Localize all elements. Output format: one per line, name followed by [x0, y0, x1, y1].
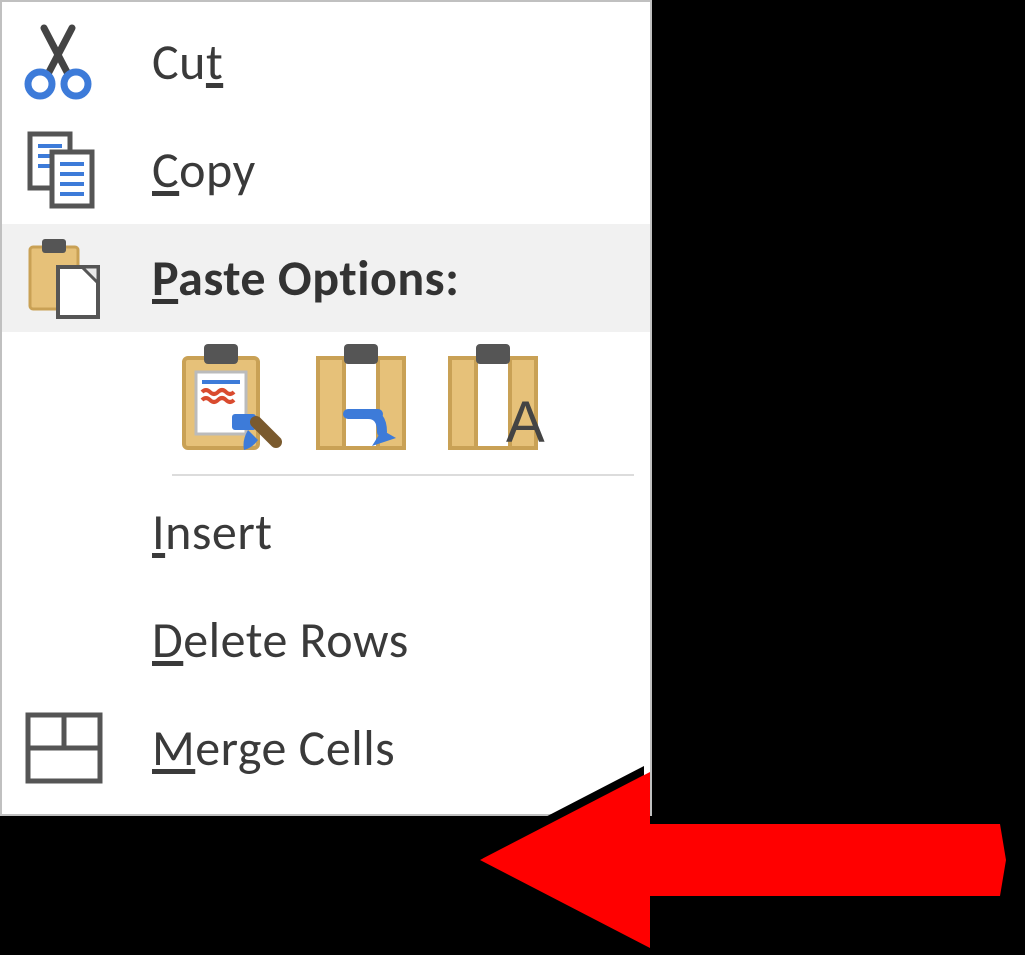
paste-merge-formatting-icon[interactable] — [304, 338, 414, 458]
menu-item-insert-label: Insert — [152, 502, 273, 563]
menu-item-insert[interactable]: Insert — [2, 478, 650, 586]
menu-separator — [172, 474, 634, 476]
menu-item-paste-options[interactable]: Paste Options: — [2, 224, 650, 332]
paste-text-only-icon[interactable]: A — [436, 338, 546, 458]
menu-item-merge-cells[interactable]: Merge Cells — [2, 694, 650, 802]
menu-item-merge-cells-label: Merge Cells — [152, 718, 395, 779]
menu-item-paste-options-label: Paste Options: — [152, 248, 459, 309]
menu-item-delete-rows-label: Delete Rows — [152, 610, 409, 671]
copy-icon — [12, 130, 152, 210]
menu-item-copy[interactable]: Copy — [2, 116, 650, 224]
context-menu: Cut Copy — [0, 0, 652, 816]
merge-cells-icon — [12, 711, 152, 785]
menu-item-cut[interactable]: Cut — [2, 8, 650, 116]
svg-text:A: A — [506, 390, 545, 455]
paste-keep-source-formatting-icon[interactable] — [172, 338, 282, 458]
cut-icon — [12, 24, 152, 100]
paste-options-icons: A — [2, 332, 650, 470]
paste-icon — [12, 235, 152, 321]
menu-item-copy-label: Copy — [152, 140, 256, 201]
menu-item-cut-label: Cut — [152, 32, 223, 93]
menu-item-delete-rows[interactable]: Delete Rows — [2, 586, 650, 694]
